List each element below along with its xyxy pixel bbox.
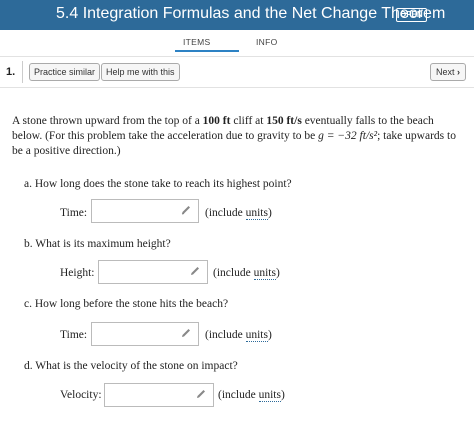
include-suffix: ) (267, 329, 272, 341)
question-content: A stone thrown upward from the top of a … (0, 86, 474, 434)
question-b: b. What is its maximum height? (24, 238, 171, 250)
units-link[interactable]: units (258, 389, 281, 402)
question-navbar: 1. Practice similar Help me with this Ne… (0, 56, 474, 88)
answer-b-input[interactable] (98, 260, 208, 284)
include-prefix: (include (205, 329, 246, 341)
tab-bar: ITEMS INFO (0, 30, 474, 56)
answer-d-units-hint: (include units) (218, 389, 285, 402)
answer-c-input[interactable] (91, 322, 199, 346)
pencil-icon[interactable] (180, 204, 192, 216)
practice-similar-button[interactable]: Practice similar (29, 63, 101, 81)
answer-b-units-hint: (include units) (213, 267, 280, 280)
units-link[interactable]: units (245, 329, 268, 342)
divider (22, 61, 23, 83)
include-suffix: ) (275, 267, 280, 279)
active-tab-indicator (175, 50, 239, 52)
chevron-right-icon: › (457, 67, 461, 77)
units-link[interactable]: units (245, 207, 268, 220)
problem-text-2: cliff at (230, 115, 267, 127)
question-a: a. How long does the stone take to reach… (24, 178, 292, 190)
include-prefix: (include (218, 389, 259, 401)
answer-a-units-hint: (include units) (205, 207, 272, 220)
initial-velocity: 150 ft/s (266, 115, 302, 127)
tab-items[interactable]: ITEMS (183, 37, 210, 47)
include-suffix: ) (280, 389, 285, 401)
pencil-icon[interactable] (180, 327, 192, 339)
next-button[interactable]: Next › (430, 63, 466, 81)
gravity-value: g = −32 ft/s² (318, 130, 378, 142)
answer-b-label: Height: (60, 267, 95, 279)
status-badge: OPEN (396, 8, 427, 22)
answer-a-label: Time: (60, 207, 88, 219)
question-d: d. What is the velocity of the stone on … (24, 360, 238, 372)
answer-a-input[interactable] (91, 199, 199, 223)
include-prefix: (include (213, 267, 254, 279)
pencil-icon[interactable] (195, 388, 207, 400)
problem-text-1: A stone thrown upward from the top of a (12, 115, 203, 127)
answer-c-label: Time: (60, 329, 88, 341)
question-number: 1. (6, 66, 16, 78)
tab-info[interactable]: INFO (256, 37, 278, 47)
answer-d-input[interactable] (104, 383, 214, 407)
answer-d-label: Velocity: (60, 389, 102, 401)
units-link[interactable]: units (253, 267, 276, 280)
page-title: 5.4 Integration Formulas and the Net Cha… (56, 5, 446, 22)
answer-c-units-hint: (include units) (205, 329, 272, 342)
cliff-height: 100 ft (202, 115, 231, 127)
problem-statement: A stone thrown upward from the top of a … (12, 114, 462, 159)
pencil-icon[interactable] (189, 265, 201, 277)
include-suffix: ) (267, 207, 272, 219)
question-c: c. How long before the stone hits the be… (24, 298, 229, 310)
page-header: 5.4 Integration Formulas and the Net Cha… (0, 0, 474, 30)
include-prefix: (include (205, 207, 246, 219)
help-button[interactable]: Help me with this (101, 63, 180, 81)
next-label: Next (435, 67, 455, 77)
